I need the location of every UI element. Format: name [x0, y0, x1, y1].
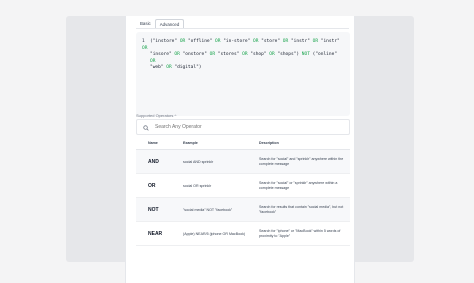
operator-example: (Apple) NEAR/5 (iphone OR MacBook) [183, 231, 246, 236]
tabs-divider [136, 28, 349, 29]
table-row: NEAR (Apple) NEAR/5 (iphone OR MacBook) … [136, 222, 350, 246]
operator-name: OR [148, 182, 156, 189]
operator-example: "social media" NOT "facebook" [183, 207, 233, 212]
query-operator-token: OR [280, 39, 291, 44]
query-operator-token: OR [171, 52, 183, 57]
operator-description: Search for results that contain "social … [259, 204, 344, 214]
header-description: Description [259, 140, 279, 145]
query-operator-token: NOT [299, 52, 313, 57]
query-term-token: "insore" [150, 52, 172, 57]
operator-name: NOT [148, 206, 159, 213]
operator-description: Search for "iphone" or "MacBook" within … [259, 228, 341, 238]
query-text-line-2: "insore" OR "onstore" OR "stores" OR "sh… [142, 52, 344, 65]
query-operator-token: OR [206, 52, 218, 57]
query-operator-token: OR [266, 52, 278, 57]
operator-example: social OR sprinklr [183, 183, 212, 188]
query-term-token: "stores" [217, 52, 240, 57]
operator-description: Search for "social" and "sprinklr" anywh… [259, 156, 344, 166]
query-term-token: "instore" [152, 39, 178, 44]
header-example: Example [183, 140, 198, 145]
query-term-token: "in-store" [223, 39, 251, 44]
query-term-token: ("online" [312, 52, 338, 57]
table-body: AND social AND sprinklr Search for "soci… [136, 150, 350, 246]
query-text-line-1: ("instore" OR "offline" OR "in-store" OR… [142, 39, 340, 51]
query-editor[interactable]: 1 ("instore" OR "offline" OR "in-store" O… [136, 32, 350, 116]
search-input[interactable] [155, 124, 335, 130]
header-name: Name [148, 140, 158, 145]
query-term-token: "instr" [290, 39, 310, 44]
query-operator-token: OR [250, 39, 262, 44]
table-row: AND social AND sprinklr Search for "soci… [136, 150, 350, 174]
query-operator-token: OR [150, 58, 156, 64]
query-operator-token: OR [142, 45, 148, 51]
query-term-token: "digital") [174, 65, 202, 70]
table-row: OR social OR sprinklr Search for "social… [136, 174, 350, 198]
query-operator-token: OR [309, 39, 321, 44]
query-term-token: "web" [150, 65, 164, 70]
query-builder-panel: Basic Advanced 1 ("instore" OR "offline" … [125, 16, 355, 283]
operator-name: NEAR [148, 230, 163, 237]
query-operator-token: OR [163, 65, 175, 70]
query-term-token: "instr" [320, 39, 340, 44]
search-icon [143, 118, 149, 136]
query-term-token: "shop" [250, 52, 267, 57]
query-term-token: "store" [261, 39, 281, 44]
operators-table: Name Example Description AND social AND … [136, 136, 350, 246]
query-operator-token: OR [212, 39, 224, 44]
operator-description: Search for "social" or "sprinklr" anywhe… [259, 180, 338, 190]
query-term-token: "offline" [187, 39, 213, 44]
chevron-up-icon: ^ [174, 113, 177, 118]
operator-example: social AND sprinklr [183, 159, 214, 164]
operator-name: AND [148, 158, 159, 165]
query-operator-token: OR [177, 39, 188, 44]
table-header: Name Example Description [136, 136, 350, 150]
query-text-line-3: "web" OR "digital") [142, 65, 344, 72]
query-term-token: "onstore" [182, 52, 207, 57]
query-operator-token: OR [239, 52, 251, 57]
table-row: NOT "social media" NOT "facebook" Search… [136, 198, 350, 222]
operator-search-box[interactable] [136, 119, 350, 135]
query-term-token: "shops") [277, 52, 300, 57]
editor-line-1: 1 ("instore" OR "offline" OR "in-store" O… [142, 39, 344, 52]
